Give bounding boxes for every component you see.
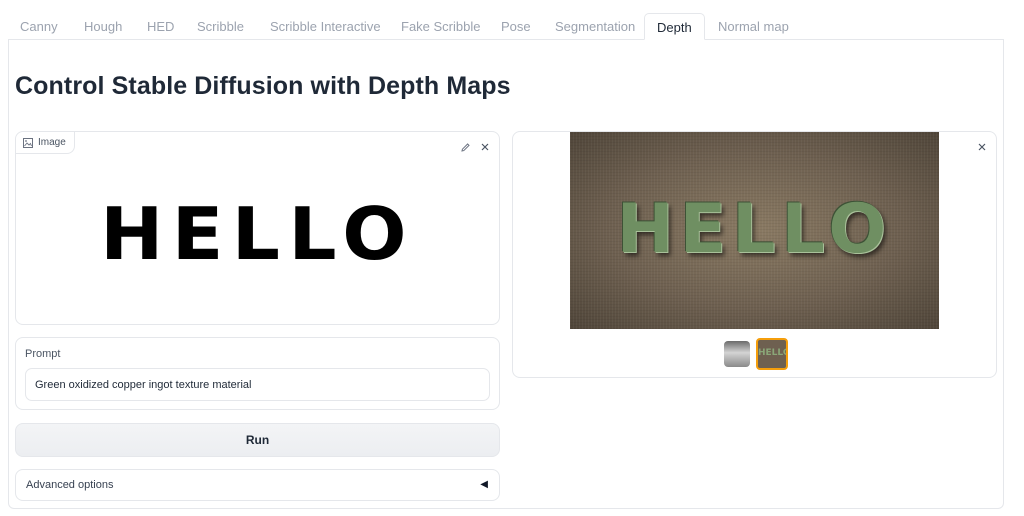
image-input-label-text: Image <box>38 137 66 148</box>
gallery-image-content: HELLO <box>616 190 893 269</box>
prompt-block: Prompt <box>15 337 500 410</box>
tab-bar: Canny Hough HED Scribble Scribble Intera… <box>8 13 1004 40</box>
tab-segmentation[interactable]: Segmentation <box>543 13 647 40</box>
output-gallery: HELLO HELLO <box>512 131 997 378</box>
image-input-box[interactable]: Image HELLO <box>15 131 500 325</box>
image-icon <box>22 137 33 148</box>
prompt-label: Prompt <box>25 348 61 360</box>
caret-left-icon: ◀ <box>480 479 488 490</box>
close-icon[interactable] <box>478 140 492 154</box>
gallery-thumbnail-result[interactable]: HELLO <box>756 338 788 370</box>
tab-hed[interactable]: HED <box>135 13 186 40</box>
image-input-label: Image <box>16 132 75 154</box>
advanced-options-label: Advanced options <box>26 479 114 491</box>
tab-canny[interactable]: Canny <box>8 13 70 40</box>
edit-icon[interactable] <box>458 140 472 154</box>
tab-scribble-interactive[interactable]: Scribble Interactive <box>258 13 393 40</box>
run-button[interactable]: Run <box>15 423 500 457</box>
tab-depth[interactable]: Depth <box>644 13 705 40</box>
tab-pose[interactable]: Pose <box>489 13 543 40</box>
thumbnail-text: HELLO <box>758 348 788 358</box>
gallery-close-icon[interactable] <box>975 140 989 154</box>
tab-normal-map[interactable]: Normal map <box>706 13 801 40</box>
gallery-thumbnail-depth-map[interactable] <box>724 341 750 367</box>
tab-fake-scribble[interactable]: Fake Scribble <box>389 13 492 40</box>
gallery-preview-image[interactable]: HELLO <box>570 132 939 329</box>
page-title: Control Stable Diffusion with Depth Maps <box>15 72 511 100</box>
advanced-options-accordion[interactable]: Advanced options ◀ <box>15 469 500 501</box>
prompt-input[interactable] <box>25 368 490 401</box>
input-image-content: HELLO <box>100 192 415 276</box>
tab-hough[interactable]: Hough <box>72 13 134 40</box>
tab-scribble[interactable]: Scribble <box>185 13 256 40</box>
